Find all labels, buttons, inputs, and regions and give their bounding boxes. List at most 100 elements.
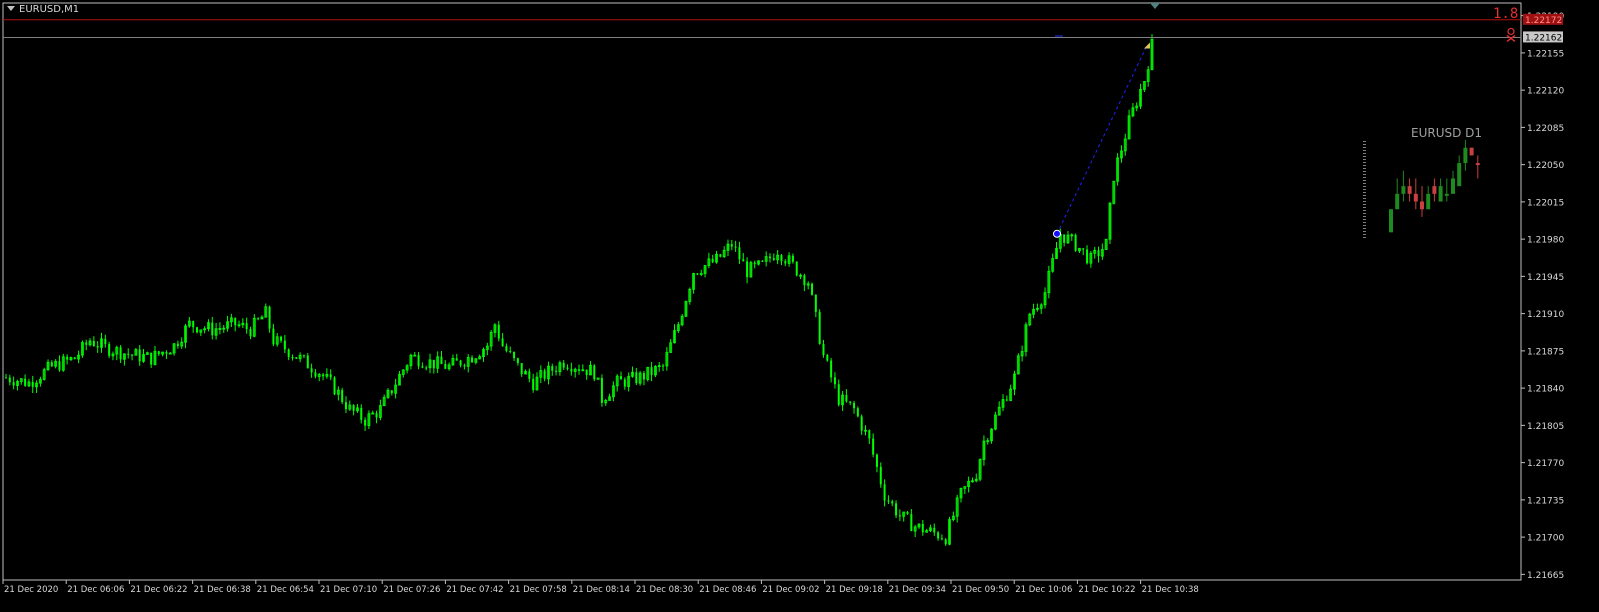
candle-body — [471, 357, 474, 363]
mini-candle-body — [1438, 186, 1443, 202]
candle-body — [711, 258, 714, 263]
mini-scale-tick — [1363, 234, 1366, 235]
x-tick-label: 21 Dec 06:22 — [130, 585, 187, 595]
candle-body — [459, 360, 462, 366]
candle-body — [257, 318, 260, 320]
candle-body — [1074, 234, 1077, 251]
candle-body — [66, 356, 69, 360]
candle-body — [883, 484, 886, 501]
time-marker-icon — [1150, 3, 1160, 9]
chevron-down-icon[interactable] — [7, 6, 15, 11]
mini-scale-tick — [1363, 222, 1366, 223]
y-tick-label: 1.21910 — [1527, 310, 1564, 320]
x-tick-label: 21 Dec 06:54 — [257, 585, 314, 595]
candle-body — [440, 356, 443, 365]
candle-body — [8, 377, 11, 383]
candle-body — [176, 343, 179, 347]
time-axis: 21 Dec 2020 21 Dec 06:06 21 Dec 06:22 21 De… — [2, 580, 1199, 595]
candle-body — [826, 355, 829, 361]
price-chart[interactable]: 1.221901.221551.221201.220851.220501.220… — [0, 0, 1599, 612]
stop-price-tag: 1.22172 — [1525, 16, 1562, 26]
candle-body — [131, 354, 134, 356]
candle-body — [12, 382, 15, 386]
candle-body — [58, 361, 61, 371]
candle-body — [138, 349, 141, 362]
candle-body — [734, 246, 737, 248]
y-tick-label: 1.22015 — [1527, 198, 1564, 208]
y-tick-label: 1.21735 — [1527, 496, 1564, 506]
mini-candle-body — [1457, 163, 1462, 187]
mini-scale-tick — [1363, 219, 1366, 220]
candle-body — [287, 349, 290, 358]
candle-body — [1005, 399, 1008, 401]
candle-body — [853, 402, 856, 409]
candle-body — [73, 357, 76, 360]
candle-body — [24, 378, 27, 386]
candle-body — [192, 321, 195, 328]
candle-body — [85, 342, 88, 345]
candle-body — [818, 311, 821, 344]
mini-scale-tick — [1363, 180, 1366, 181]
mini-candle-body — [1469, 147, 1474, 156]
candle-body — [513, 352, 516, 359]
chart-window[interactable]: 1.221901.221551.221201.220851.220501.220… — [0, 0, 1599, 612]
candle-body — [295, 357, 298, 359]
x-tick-label: 21 Dec 07:26 — [383, 585, 440, 595]
candle-body — [543, 370, 546, 379]
candle-body — [1063, 234, 1066, 243]
candle-body — [516, 358, 519, 364]
y-tick-label: 1.21980 — [1527, 236, 1564, 246]
candle-body — [833, 377, 836, 385]
mini-scale-tick — [1363, 168, 1366, 169]
candle-body — [772, 258, 775, 260]
candle-body — [528, 371, 531, 379]
candle-body — [322, 374, 325, 377]
candle-body — [364, 419, 367, 426]
mini-candle-body — [1432, 186, 1437, 194]
candle-body — [497, 324, 500, 339]
x-tick-label: 21 Dec 09:02 — [762, 585, 819, 595]
candle-body — [562, 362, 565, 368]
candle-body — [417, 355, 420, 367]
x-tick-label: 21 Dec 06:06 — [67, 585, 124, 595]
candle-body — [570, 368, 573, 372]
candle-body — [769, 256, 771, 259]
x-tick-label: 21 Dec 07:10 — [320, 585, 377, 595]
mini-scale-tick — [1363, 195, 1366, 196]
candle-body — [600, 378, 603, 403]
candle-body — [620, 376, 623, 380]
candle-body — [1086, 249, 1089, 264]
mini-scale-tick — [1363, 186, 1366, 187]
candle-body — [623, 379, 626, 387]
mini-scale-tick — [1363, 150, 1366, 151]
y-tick-label: 1.21945 — [1527, 273, 1564, 283]
mini-scale-tick — [1363, 210, 1366, 211]
mini-scale-tick — [1363, 177, 1366, 178]
mini-candle-body — [1389, 209, 1393, 233]
candle-body — [811, 283, 814, 295]
mini-scale-tick — [1363, 228, 1366, 229]
stop-level-label: 1.8 — [1493, 6, 1518, 22]
candle-body — [795, 261, 798, 276]
candle-body — [283, 340, 286, 350]
mini-candle-body — [1395, 193, 1400, 210]
candle-body — [249, 329, 252, 337]
candle-body — [291, 357, 294, 359]
mini-scale-tick — [1363, 183, 1366, 184]
mini-scale-tick — [1363, 162, 1366, 163]
x-tick-label: 21 Dec 08:14 — [573, 585, 630, 595]
mini-candle-body — [1426, 193, 1431, 210]
candle-body — [50, 362, 53, 367]
candle-body — [578, 369, 580, 371]
candle-body — [1097, 250, 1100, 257]
candle-body — [845, 395, 848, 402]
mini-scale-tick — [1363, 201, 1366, 202]
candle-body — [196, 327, 198, 333]
candle-body — [329, 374, 332, 378]
candle-body — [719, 254, 722, 257]
y-tick-label: 1.22050 — [1527, 161, 1564, 171]
symbol-title[interactable]: EURUSD,M1 — [7, 4, 79, 15]
candle-body — [432, 359, 435, 369]
cross-icon — [1506, 34, 1516, 43]
candle-body — [822, 343, 825, 356]
